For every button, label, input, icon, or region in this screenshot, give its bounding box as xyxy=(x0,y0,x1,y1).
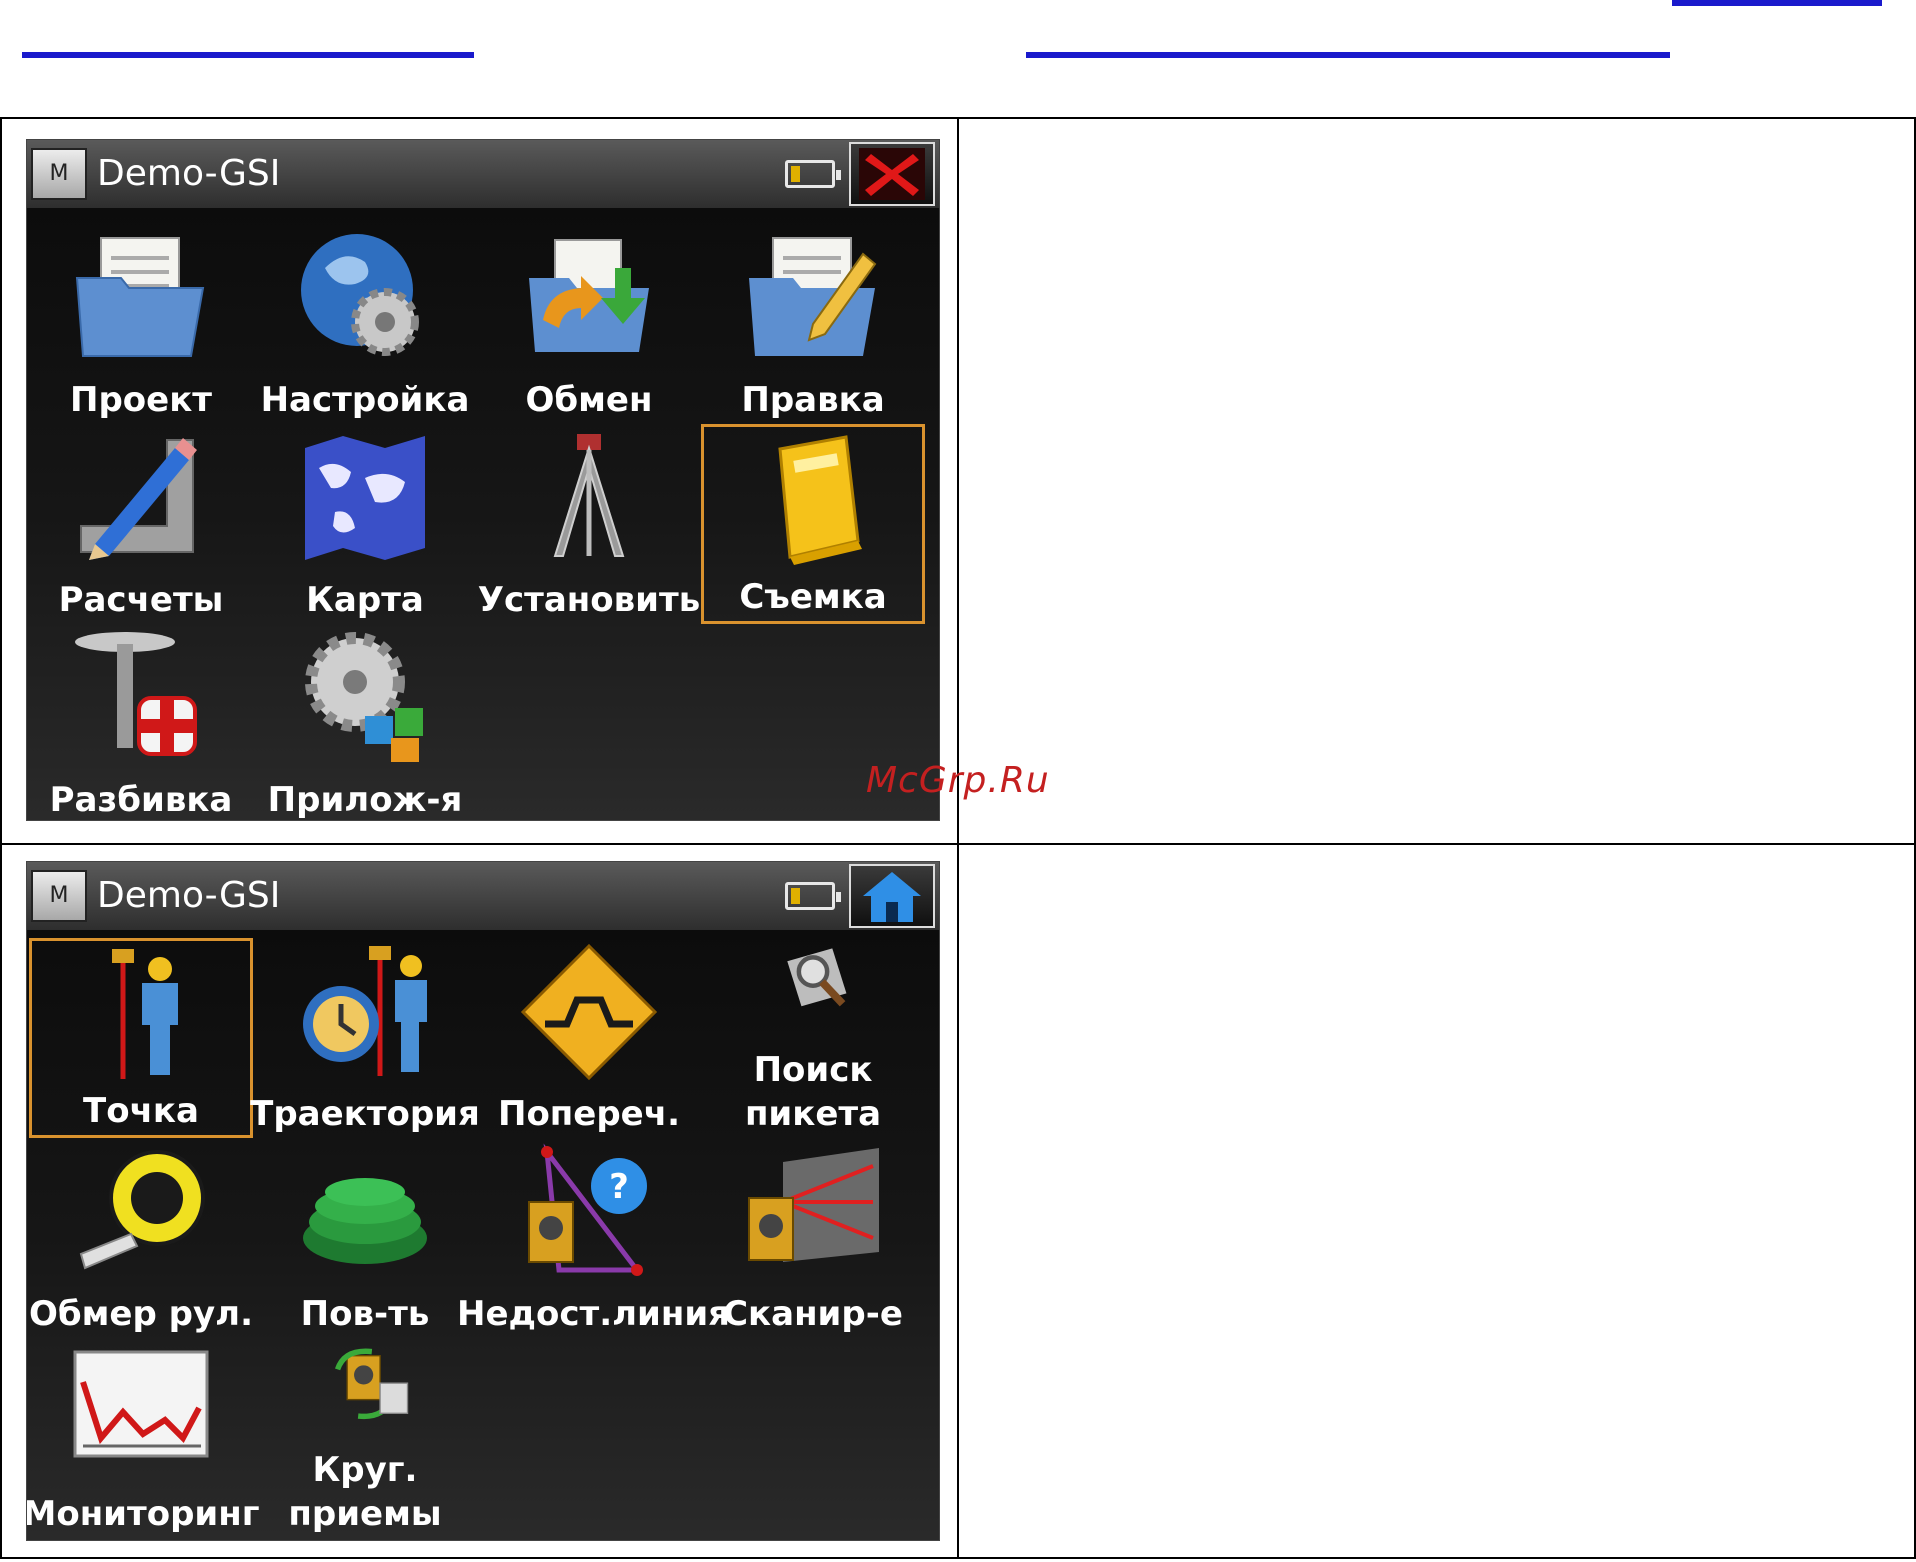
tile-point[interactable]: Точка xyxy=(29,938,253,1138)
sets-of-angles-icon xyxy=(334,1348,409,1420)
tile-label-line2: пикета xyxy=(744,1094,882,1134)
tile-survey[interactable]: Съемка xyxy=(701,424,925,624)
monitoring-icon xyxy=(73,1350,209,1458)
tile-label: Съемка xyxy=(739,577,887,617)
tile-surface[interactable]: Пов-ть xyxy=(253,1138,477,1338)
point-icon xyxy=(112,949,178,1079)
app-title: Demo-GSI xyxy=(97,153,281,194)
title-bar: M Demo-GSI xyxy=(27,140,939,208)
station-search-icon xyxy=(787,948,847,1007)
tile-label: Сканир-е xyxy=(723,1294,903,1334)
tile-applications[interactable]: Прилож-я xyxy=(253,624,477,820)
tile-monitoring[interactable]: Мониторинг xyxy=(27,1338,260,1538)
tile-map[interactable]: Карта xyxy=(253,424,477,624)
svg-text:?: ? xyxy=(609,1167,629,1207)
tile-label-line1: Поиск xyxy=(753,1050,873,1090)
tile-tape-measure[interactable]: Обмер рул. xyxy=(29,1138,253,1338)
table-cell-screen1: M Demo-GSI Проект Настройка Обмен Правка… xyxy=(0,117,959,845)
tile-exchange[interactable]: Обмен xyxy=(477,224,701,424)
tile-settings[interactable]: Настройка xyxy=(253,224,477,424)
tile-calculations[interactable]: Расчеты xyxy=(29,424,253,624)
survey-book-icon xyxy=(778,435,862,565)
table-cell-screen2: M Demo-GSI Точка Траектория Попереч. Пои… xyxy=(0,843,959,1559)
device-screen-survey-menu: M Demo-GSI Точка Траектория Попереч. Пои… xyxy=(26,861,940,1541)
menu-button[interactable]: M xyxy=(31,870,87,922)
tripod-icon xyxy=(553,434,625,557)
tile-trajectory[interactable]: Траектория xyxy=(250,938,480,1138)
tile-label-line1: Круг. xyxy=(312,1450,418,1490)
tile-project[interactable]: Проект xyxy=(29,224,253,424)
tile-edit[interactable]: Правка xyxy=(701,224,925,424)
table-cell-empty-2 xyxy=(957,843,1916,1559)
close-button[interactable] xyxy=(849,142,935,206)
settings-globe-icon xyxy=(301,234,419,356)
app-title: Demo-GSI xyxy=(97,875,281,916)
surface-icon xyxy=(303,1178,427,1264)
tile-label: Правка xyxy=(741,380,885,420)
scanning-icon xyxy=(748,1148,879,1262)
tile-label: Прилож-я xyxy=(267,780,463,820)
doc-link-center[interactable] xyxy=(1026,52,1670,58)
edit-icon xyxy=(749,237,877,356)
tile-stakeout[interactable]: Разбивка xyxy=(29,624,253,820)
home-button[interactable] xyxy=(849,864,935,928)
tile-label-line2: приемы xyxy=(288,1494,442,1534)
tile-station-search[interactable]: Поиск пикета xyxy=(701,938,925,1138)
trajectory-icon xyxy=(303,946,427,1076)
doc-link-right[interactable] xyxy=(1672,0,1882,6)
close-icon xyxy=(859,148,925,200)
tape-measure-icon xyxy=(79,1150,205,1270)
stakeout-icon xyxy=(75,632,197,756)
watermark: McGrp.Ru xyxy=(866,760,1050,801)
device-screen-main-menu: M Demo-GSI Проект Настройка Обмен Правка… xyxy=(26,139,940,821)
document-table: M Demo-GSI Проект Настройка Обмен Правка… xyxy=(0,117,1916,1559)
doc-link-left[interactable] xyxy=(22,52,474,58)
calculations-icon xyxy=(80,438,197,560)
missing-line-icon: ? xyxy=(528,1143,647,1276)
home-icon xyxy=(863,872,921,922)
tile-sets-of-angles[interactable]: Круг. приемы xyxy=(253,1338,477,1538)
battery-icon xyxy=(785,160,841,188)
exchange-icon xyxy=(529,239,649,352)
tile-label: Установить xyxy=(477,580,701,620)
title-bar: M Demo-GSI xyxy=(27,862,939,930)
cross-section-icon xyxy=(520,943,658,1081)
table-cell-empty-1 xyxy=(957,117,1916,845)
applications-icon xyxy=(305,632,423,762)
map-icon xyxy=(305,436,425,560)
tile-setup[interactable]: Установить xyxy=(477,424,701,624)
tile-missing-line[interactable]: ? Недост.линия xyxy=(457,1138,730,1338)
menu-button[interactable]: M xyxy=(31,148,87,200)
project-folder-icon xyxy=(75,237,205,357)
tile-scanning[interactable]: Сканир-е xyxy=(701,1138,925,1338)
tile-cross-section[interactable]: Попереч. xyxy=(477,938,701,1138)
battery-icon xyxy=(785,882,841,910)
